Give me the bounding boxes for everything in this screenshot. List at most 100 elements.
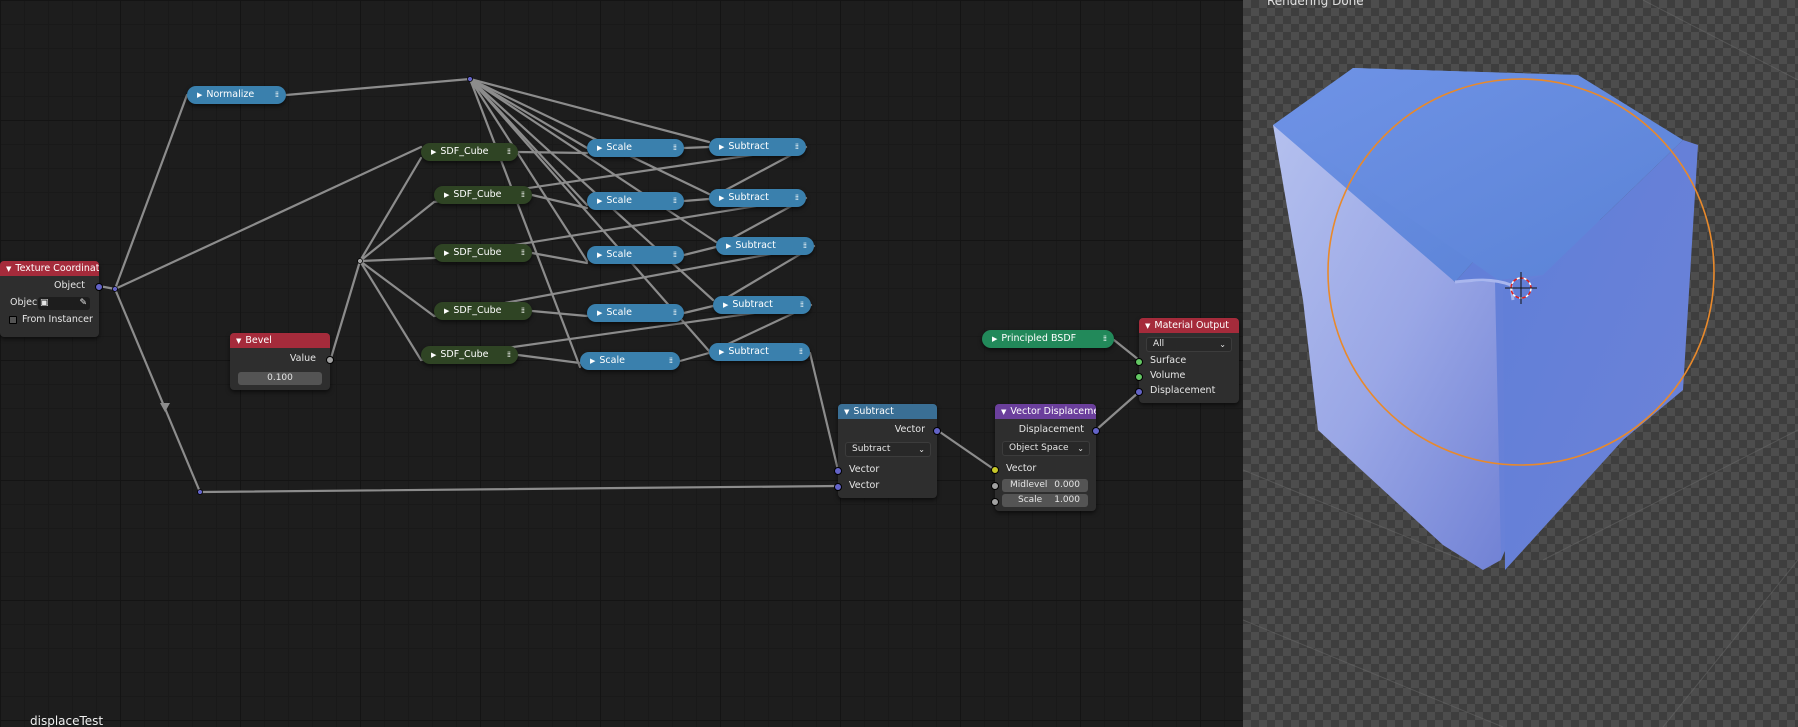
socket-dots-icon: ⁞⁞: [672, 196, 677, 205]
texture-coordinate-title: Texture Coordinate: [15, 263, 99, 274]
eyedropper-icon[interactable]: ✎: [79, 297, 87, 310]
object-output-socket[interactable]: [95, 283, 103, 291]
subtract-node-5[interactable]: ▶ Subtract ⁞⁞: [709, 343, 810, 361]
socket-dots-icon: ⁞⁞: [506, 350, 511, 359]
subtract-title-2: Subtract: [728, 192, 769, 203]
expand-arrow-icon[interactable]: ▶: [719, 348, 724, 356]
chevron-down-icon: ⌄: [1219, 340, 1226, 349]
principled-bsdf-node[interactable]: ▶ Principled BSDF ⁞⁞: [982, 330, 1114, 348]
scale-node-4[interactable]: ▶ Scale ⁞⁞: [587, 304, 684, 322]
surface-input-socket[interactable]: [1135, 358, 1143, 366]
expand-arrow-icon[interactable]: ▶: [590, 357, 595, 365]
collapse-arrow-icon[interactable]: ▼: [844, 408, 849, 416]
sdf-cube-node-4[interactable]: ▶ SDF_Cube ⁞⁞: [434, 302, 532, 320]
midlevel-label: Midlevel: [1010, 480, 1048, 490]
subtract-title-3: Subtract: [735, 240, 776, 251]
expand-arrow-icon[interactable]: ▶: [597, 309, 602, 317]
midlevel-input-socket[interactable]: [991, 482, 999, 490]
subtract-node-4[interactable]: ▶ Subtract ⁞⁞: [713, 296, 811, 314]
vector-displacement-node[interactable]: ▼ Vector Displacemen Displacement Object …: [991, 404, 1100, 511]
scale-node-3[interactable]: ▶ Scale ⁞⁞: [587, 246, 684, 264]
socket-dots-icon: ⁞⁞: [520, 190, 525, 199]
subtract-node-1[interactable]: ▶ Subtract ⁞⁞: [709, 138, 806, 156]
object-output-label: Object: [54, 280, 85, 291]
socket-dots-icon: ⁞⁞: [802, 241, 807, 250]
node-tree-name: displaceTest: [30, 714, 104, 727]
subtract-vector-input-socket-2[interactable]: [834, 483, 842, 491]
bevel-node[interactable]: ▼ Bevel Value 0.100: [230, 333, 334, 390]
chevron-down-icon: ⌄: [1077, 444, 1084, 453]
sdf-cube-title-4: SDF_Cube: [453, 305, 502, 316]
collapse-arrow-icon[interactable]: ▼: [236, 337, 241, 345]
bevel-header[interactable]: ▼ Bevel: [230, 333, 330, 348]
subtract-main-header[interactable]: ▼ Subtract: [838, 404, 937, 419]
texture-coordinate-header[interactable]: ▼ Texture Coordinate: [0, 261, 99, 276]
subtract-title-1: Subtract: [728, 141, 769, 152]
socket-dots-icon: ⁞⁞: [520, 306, 525, 315]
expand-arrow-icon[interactable]: ▶: [444, 307, 449, 315]
displacement-output-label: Displacement: [1018, 424, 1084, 435]
subtract-vector-output-socket[interactable]: [933, 427, 941, 435]
subtract-node-2[interactable]: ▶ Subtract ⁞⁞: [709, 189, 806, 207]
volume-input-label: Volume: [1150, 370, 1186, 381]
expand-arrow-icon[interactable]: ▶: [719, 194, 724, 202]
scale-input-socket[interactable]: [991, 498, 999, 506]
expand-arrow-icon[interactable]: ▶: [597, 144, 602, 152]
socket-dots-icon: ⁞⁞: [794, 142, 799, 151]
scale-field[interactable]: Scale 1.000: [1002, 494, 1088, 507]
sdf-cube-node-2[interactable]: ▶ SDF_Cube ⁞⁞: [434, 186, 532, 204]
sdf-cube-title-1: SDF_Cube: [440, 146, 489, 157]
expand-arrow-icon[interactable]: ▶: [726, 242, 731, 250]
expand-arrow-icon[interactable]: ▶: [597, 251, 602, 259]
expand-arrow-icon[interactable]: ▶: [992, 335, 997, 343]
expand-arrow-icon[interactable]: ▶: [197, 91, 202, 99]
expand-arrow-icon[interactable]: ▶: [431, 148, 436, 156]
subtract-node-3[interactable]: ▶ Subtract ⁞⁞: [716, 237, 814, 255]
material-output-title: Material Output: [1154, 320, 1230, 331]
collapse-arrow-icon[interactable]: ▼: [1001, 408, 1006, 416]
sdf-cube-node-5[interactable]: ▶ SDF_Cube ⁞⁞: [421, 346, 518, 364]
scale-title-1: Scale: [606, 142, 632, 153]
sdf-cube-node-3[interactable]: ▶ SDF_Cube ⁞⁞: [434, 244, 532, 262]
material-output-header[interactable]: ▼ Material Output: [1139, 318, 1239, 333]
scale-title-2: Scale: [606, 195, 632, 206]
3d-viewport[interactable]: Rendering Done: [1243, 0, 1798, 727]
vector-displacement-header[interactable]: ▼ Vector Displacemen: [995, 404, 1096, 419]
scale-title-4: Scale: [606, 307, 632, 318]
expand-arrow-icon[interactable]: ▶: [431, 351, 436, 359]
scale-node-5[interactable]: ▶ Scale ⁞⁞: [580, 352, 680, 370]
bevel-value-output-socket[interactable]: [326, 356, 334, 364]
normalize-node[interactable]: ▶ Normalize ⁞⁞: [187, 86, 286, 104]
socket-dots-icon: ⁞⁞: [672, 308, 677, 317]
render-status: Rendering Done: [1267, 0, 1364, 8]
volume-input-socket[interactable]: [1135, 373, 1143, 381]
texture-coordinate-node[interactable]: ▼ Texture Coordinate Object Objec ▣ ✎ From…: [0, 261, 103, 337]
expand-arrow-icon[interactable]: ▶: [723, 301, 728, 309]
socket-dots-icon: ⁞⁞: [520, 248, 525, 257]
scale-node-2[interactable]: ▶ Scale ⁞⁞: [587, 192, 684, 210]
operation-dropdown[interactable]: Subtract ⌄: [845, 442, 931, 457]
expand-arrow-icon[interactable]: ▶: [444, 249, 449, 257]
material-output-node[interactable]: ▼ Material Output All ⌄ Surface Volume Dis…: [1135, 318, 1239, 403]
target-dropdown[interactable]: All ⌄: [1146, 337, 1232, 352]
vector-input-socket[interactable]: [991, 466, 999, 474]
space-dropdown[interactable]: Object Space ⌄: [1002, 441, 1090, 456]
expand-arrow-icon[interactable]: ▶: [444, 191, 449, 199]
scale-node-1[interactable]: ▶ Scale ⁞⁞: [587, 139, 684, 157]
displacement-output-socket[interactable]: [1092, 427, 1100, 435]
node-editor[interactable]: ▼ Texture Coordinate Object Objec ▣ ✎ From…: [0, 0, 1243, 727]
collapse-arrow-icon[interactable]: ▼: [6, 265, 11, 273]
collapse-arrow-icon[interactable]: ▼: [1145, 322, 1150, 330]
expand-arrow-icon[interactable]: ▶: [597, 197, 602, 205]
displacement-input-socket[interactable]: [1135, 388, 1143, 396]
expand-arrow-icon[interactable]: ▶: [719, 143, 724, 151]
socket-dots-icon: ⁞⁞: [799, 300, 804, 309]
bevel-value-field[interactable]: 0.100: [238, 372, 322, 385]
sdf-cube-node-1[interactable]: ▶ SDF_Cube ⁞⁞: [421, 143, 518, 161]
subtract-vector-input-socket-1[interactable]: [834, 467, 842, 475]
from-instancer-checkbox[interactable]: [9, 316, 17, 324]
chevron-down-icon: ⌄: [918, 445, 925, 454]
object-picker-field[interactable]: ▣ ✎: [38, 297, 90, 310]
midlevel-field[interactable]: Midlevel 0.000: [1002, 479, 1088, 492]
subtract-main-node[interactable]: ▼ Subtract Vector Subtract ⌄ Vector Vector: [834, 404, 941, 498]
